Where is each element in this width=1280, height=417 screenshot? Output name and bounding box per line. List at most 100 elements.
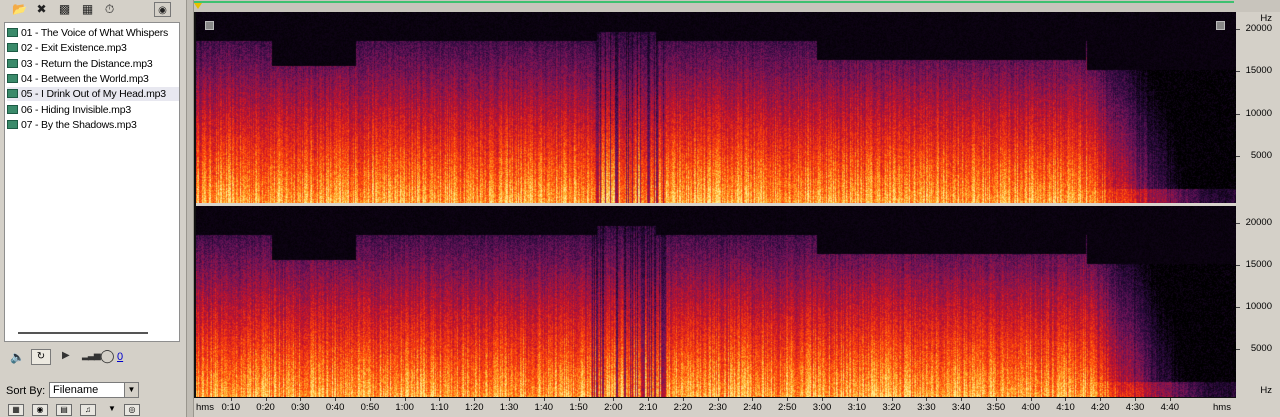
frequency-tick-label: 5000 bbox=[1250, 149, 1272, 161]
play-icon[interactable]: ▶ bbox=[62, 350, 70, 361]
time-tick bbox=[509, 398, 511, 401]
overview-range[interactable] bbox=[194, 1, 1234, 3]
time-tick bbox=[856, 398, 858, 401]
file-list-item[interactable]: 06 - Hiding Invisible.mp3 bbox=[7, 103, 179, 117]
file-list-scrollbar[interactable] bbox=[18, 332, 148, 334]
frequency-tick-label: 5000 bbox=[1250, 343, 1272, 355]
frequency-ruler[interactable]: Hz 20000 15000 10000 5000 Hz 20000 15000 10000 50… bbox=[1236, 12, 1280, 398]
frequency-tick-label: 20000 bbox=[1245, 217, 1272, 229]
cd-icon[interactable]: ◎ bbox=[124, 404, 140, 416]
left-channel-spectrogram[interactable] bbox=[196, 12, 1236, 204]
frequency-tick-label: 15000 bbox=[1245, 259, 1272, 271]
file-list-item[interactable]: 03 - Return the Distance.mp3 bbox=[7, 57, 179, 71]
music-icon[interactable]: ♫ bbox=[80, 404, 96, 416]
filter-icon[interactable]: ▼ bbox=[104, 404, 120, 416]
bottom-toolbar: ▦ ◉ ▤ ♫ ▼ ◎ bbox=[0, 402, 186, 417]
speaker-icon[interactable]: 🔈 bbox=[10, 350, 25, 364]
time-tick-label: 3:30 bbox=[917, 402, 936, 413]
zoom-out-icon[interactable] bbox=[1216, 21, 1225, 30]
transport-bar: 🔈 ↻ ▶ ▂▃▅ ◯ 0 bbox=[0, 346, 186, 372]
frequency-tick-label: 10000 bbox=[1245, 107, 1272, 119]
file-list[interactable]: 01 - The Voice of What Whispers 02 - Exit… bbox=[4, 22, 180, 342]
time-tick bbox=[1135, 398, 1137, 401]
time-tick bbox=[926, 398, 928, 401]
volume-knob[interactable]: ◯ bbox=[100, 348, 115, 364]
time-tick-label: 1:50 bbox=[569, 402, 588, 413]
audio-file-icon bbox=[7, 104, 18, 114]
time-tick-label: 1:10 bbox=[430, 402, 449, 413]
file-list-item[interactable]: 05 - I Drink Out of My Head.mp3 bbox=[7, 87, 179, 102]
spectral-view[interactable]: Hz 20000 15000 10000 5000 Hz 20000 15000 10000 50… bbox=[194, 0, 1280, 417]
lock-icon[interactable]: ◉ bbox=[32, 404, 48, 416]
loop-button[interactable]: ↻ bbox=[31, 349, 51, 365]
view-options-icon[interactable]: ◉ bbox=[154, 2, 171, 17]
time-tick-label: 4:40 bbox=[1160, 402, 1180, 413]
time-tick bbox=[404, 398, 406, 401]
time-tick-label: 0:10 bbox=[221, 402, 241, 413]
frequency-tick bbox=[1236, 113, 1240, 115]
time-tick bbox=[1100, 398, 1102, 401]
chevron-down-icon[interactable]: ▼ bbox=[124, 383, 138, 397]
time-tick-label: 2:10 bbox=[638, 402, 658, 413]
time-tick-label: 2:30 bbox=[708, 402, 727, 413]
time-tick-label: 4:10 bbox=[1056, 402, 1075, 413]
time-tick-label: 0:40 bbox=[325, 402, 345, 413]
multitrack-icon[interactable]: ▦ bbox=[8, 404, 24, 416]
timer-icon[interactable]: ⏱ bbox=[101, 2, 118, 17]
file-list-item[interactable]: 02 - Exit Existence.mp3 bbox=[7, 41, 179, 55]
close-file-icon[interactable]: ✖ bbox=[33, 2, 50, 17]
frequency-tick-label: 20000 bbox=[1245, 23, 1272, 35]
insert-multitrack-icon[interactable]: ▦ bbox=[79, 2, 96, 17]
time-tick-label: 0:50 bbox=[360, 402, 380, 413]
time-tick bbox=[1030, 398, 1032, 401]
time-unit-label: hms bbox=[196, 402, 214, 413]
sort-by-label: Sort By: bbox=[6, 385, 46, 397]
time-tick bbox=[752, 398, 754, 401]
time-tick bbox=[439, 398, 441, 401]
time-ruler[interactable]: hms 0:10 0:20 0:30 0:40 0:50 1:00 1:10 1:20 1:30 1… bbox=[194, 398, 1236, 417]
audio-file-icon bbox=[7, 119, 18, 129]
time-tick-label: 2:50 bbox=[778, 402, 797, 413]
time-tick bbox=[1169, 398, 1171, 401]
overview-bar[interactable] bbox=[194, 0, 1280, 12]
film-icon[interactable]: ▤ bbox=[56, 404, 72, 416]
import-icon[interactable]: ▩ bbox=[56, 2, 73, 17]
frequency-tick bbox=[1236, 155, 1240, 157]
open-folder-icon[interactable]: 📂 bbox=[11, 2, 28, 17]
time-tick-label: 3:40 bbox=[951, 402, 971, 413]
time-tick-label: 4:00 bbox=[1021, 402, 1040, 413]
file-name: 04 - Between the World.mp3 bbox=[21, 72, 149, 85]
time-tick-label: 2:20 bbox=[673, 402, 693, 413]
time-tick-label: 1:00 bbox=[395, 402, 414, 413]
file-name: 05 - I Drink Out of My Head.mp3 bbox=[21, 88, 166, 101]
files-toolbar: 📂 ✖ ▩ ▦ ⏱ ◉ bbox=[0, 0, 186, 20]
time-tick bbox=[891, 398, 893, 401]
time-tick-label: 0:30 bbox=[291, 402, 310, 413]
loop-icon: ↻ bbox=[36, 351, 46, 362]
time-tick bbox=[578, 398, 580, 401]
time-tick bbox=[682, 398, 684, 401]
file-name: 01 - The Voice of What Whispers bbox=[21, 27, 169, 39]
left-channel-canvas bbox=[196, 12, 1236, 204]
file-list-item[interactable]: 04 - Between the World.mp3 bbox=[7, 72, 179, 86]
volume-value[interactable]: 0 bbox=[117, 351, 123, 363]
time-tick-label: 4:30 bbox=[1125, 402, 1145, 413]
zoom-in-icon[interactable] bbox=[205, 21, 214, 30]
frequency-tick bbox=[1236, 349, 1240, 351]
file-list-item[interactable]: 07 - By the Shadows.mp3 bbox=[7, 118, 179, 132]
time-tick bbox=[717, 398, 719, 401]
frequency-tick bbox=[1236, 307, 1240, 309]
time-tick bbox=[300, 398, 302, 401]
right-channel-spectrogram[interactable] bbox=[196, 206, 1236, 397]
time-tick bbox=[335, 398, 337, 401]
files-panel: 📂 ✖ ▩ ▦ ⏱ ◉ 01 - The Voice of What Whisp… bbox=[0, 0, 186, 417]
time-tick-label: 1:40 bbox=[534, 402, 554, 413]
playhead-marker[interactable] bbox=[194, 3, 202, 9]
frequency-tick bbox=[1236, 265, 1240, 267]
panel-splitter[interactable] bbox=[186, 0, 194, 417]
time-tick bbox=[648, 398, 650, 401]
sort-by-select[interactable]: Filename ▼ bbox=[49, 382, 139, 398]
time-tick-label: 1:30 bbox=[499, 402, 519, 413]
time-tick bbox=[995, 398, 997, 401]
file-list-item[interactable]: 01 - The Voice of What Whispers bbox=[7, 26, 179, 40]
